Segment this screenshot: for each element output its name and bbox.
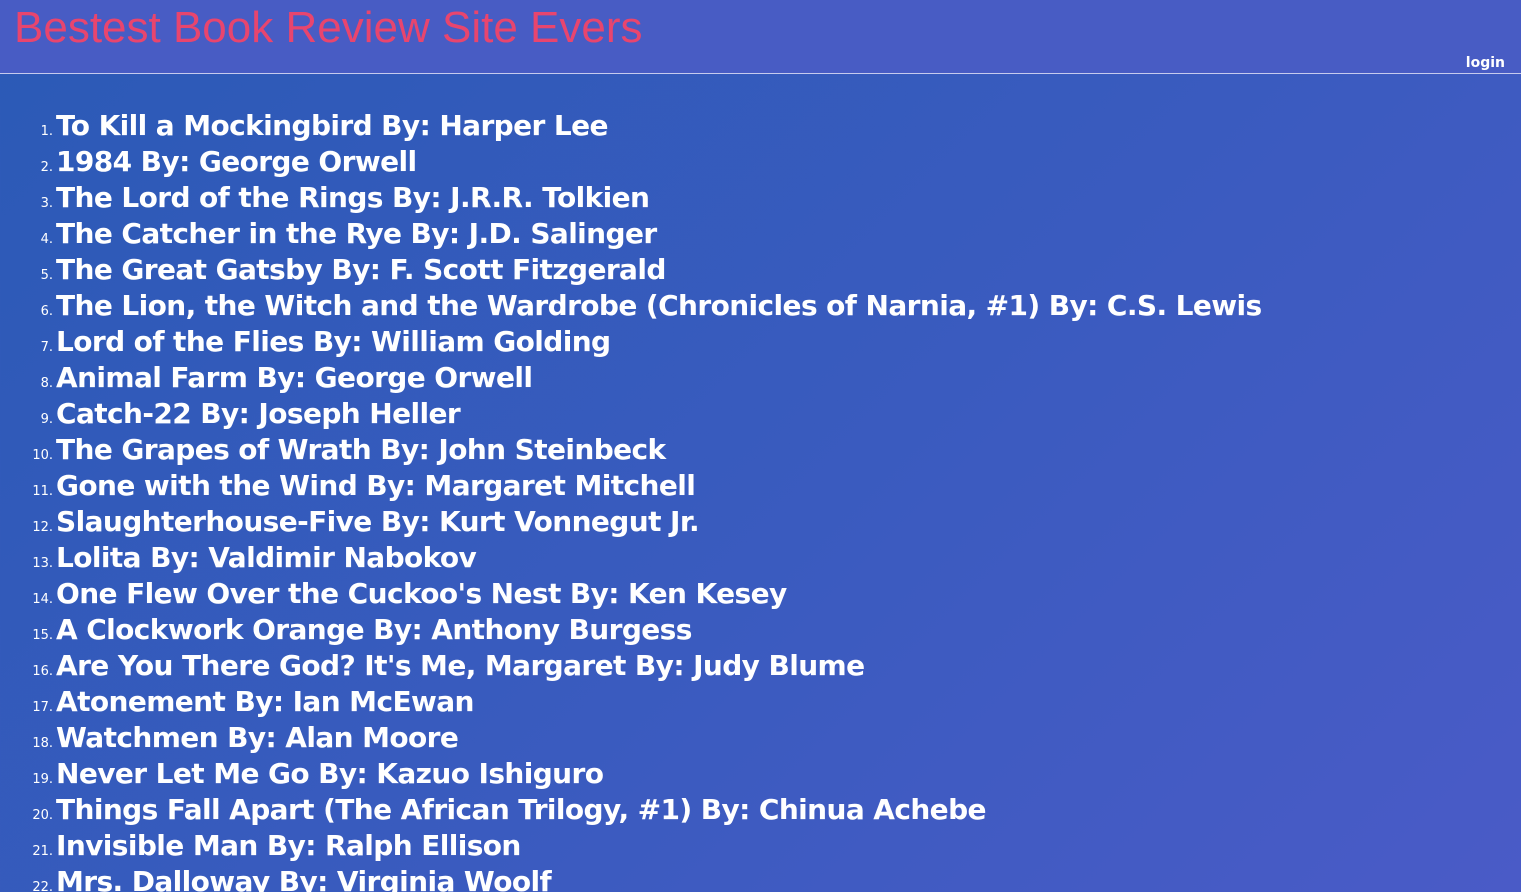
book-link[interactable]: The Lion, the Witch and the Wardrobe (Ch…	[56, 288, 1262, 324]
book-list-item: 13. Lolita By: Valdimir Nabokov	[0, 540, 1500, 576]
book-list-item: 3. The Lord of the Rings By: J.R.R. Tolki…	[0, 180, 1500, 216]
book-list-item: 21. Invisible Man By: Ralph Ellison	[0, 828, 1500, 864]
book-link[interactable]: Atonement By: Ian McEwan	[56, 684, 474, 720]
book-list-item: 15. A Clockwork Orange By: Anthony Burges…	[0, 612, 1500, 648]
book-list-item: 17. Atonement By: Ian McEwan	[0, 684, 1500, 720]
book-link[interactable]: The Lord of the Rings By: J.R.R. Tolkien	[56, 180, 650, 216]
book-link[interactable]: Invisible Man By: Ralph Ellison	[56, 828, 521, 864]
site-header: Bestest Book Review Site Evers login	[0, 0, 1521, 74]
book-list-item: 2. 1984 By: George Orwell	[0, 144, 1500, 180]
book-number: 6.	[40, 304, 53, 319]
book-list-item: 11. Gone with the Wind By: Margaret Mitch…	[0, 468, 1500, 504]
book-number: 20.	[32, 808, 53, 823]
book-link[interactable]: Things Fall Apart (The African Trilogy, …	[56, 792, 987, 828]
book-link[interactable]: 1984 By: George Orwell	[56, 144, 417, 180]
book-link[interactable]: Mrs. Dalloway By: Virginia Woolf	[56, 864, 552, 892]
book-list-item: 5. The Great Gatsby By: F. Scott Fitzgera…	[0, 252, 1500, 288]
book-number: 7.	[40, 340, 53, 355]
book-link[interactable]: One Flew Over the Cuckoo's Nest By: Ken …	[56, 576, 787, 612]
book-number: 13.	[32, 556, 53, 571]
book-list-item: 14. One Flew Over the Cuckoo's Nest By: K…	[0, 576, 1500, 612]
book-number: 3.	[40, 196, 53, 211]
book-link[interactable]: Gone with the Wind By: Margaret Mitchell	[56, 468, 696, 504]
site-title: Bestest Book Review Site Evers	[14, 3, 643, 52]
book-list-item: 8. Animal Farm By: George Orwell	[0, 360, 1500, 396]
book-link[interactable]: Animal Farm By: George Orwell	[56, 360, 533, 396]
book-list-item: 20. Things Fall Apart (The African Trilog…	[0, 792, 1500, 828]
book-link[interactable]: A Clockwork Orange By: Anthony Burgess	[56, 612, 692, 648]
book-number: 2.	[40, 160, 53, 175]
book-number: 9.	[40, 412, 53, 427]
book-list-item: 12. Slaughterhouse-Five By: Kurt Vonnegut…	[0, 504, 1500, 540]
book-number: 4.	[40, 232, 53, 247]
book-list-item: 22. Mrs. Dalloway By: Virginia Woolf	[0, 864, 1500, 892]
book-list-item: 16. Are You There God? It's Me, Margaret …	[0, 648, 1500, 684]
book-number: 1.	[40, 124, 53, 139]
book-link[interactable]: Lolita By: Valdimir Nabokov	[56, 540, 477, 576]
book-link[interactable]: Lord of the Flies By: William Golding	[56, 324, 611, 360]
book-list-item: 7. Lord of the Flies By: William Golding	[0, 324, 1500, 360]
book-number: 16.	[32, 664, 53, 679]
book-link[interactable]: To Kill a Mockingbird By: Harper Lee	[56, 108, 608, 144]
book-list-item: 10. The Grapes of Wrath By: John Steinbec…	[0, 432, 1500, 468]
book-number: 18.	[32, 736, 53, 751]
book-number: 15.	[32, 628, 53, 643]
book-number: 17.	[32, 700, 53, 715]
book-list-item: 4. The Catcher in the Rye By: J.D. Saling…	[0, 216, 1500, 252]
book-link[interactable]: The Great Gatsby By: F. Scott Fitzgerald	[56, 252, 666, 288]
book-number: 12.	[32, 520, 53, 535]
book-link[interactable]: Catch-22 By: Joseph Heller	[56, 396, 461, 432]
book-number: 10.	[32, 448, 53, 463]
book-list-item: 19. Never Let Me Go By: Kazuo Ishiguro	[0, 756, 1500, 792]
book-link[interactable]: Are You There God? It's Me, Margaret By:…	[56, 648, 865, 684]
book-list: 1. To Kill a Mockingbird By: Harper Lee 2…	[0, 108, 1500, 892]
book-link[interactable]: Slaughterhouse-Five By: Kurt Vonnegut Jr…	[56, 504, 700, 540]
book-link[interactable]: Never Let Me Go By: Kazuo Ishiguro	[56, 756, 604, 792]
book-number: 19.	[32, 772, 53, 787]
book-list-item: 9. Catch-22 By: Joseph Heller	[0, 396, 1500, 432]
book-list-item: 1. To Kill a Mockingbird By: Harper Lee	[0, 108, 1500, 144]
book-link[interactable]: Watchmen By: Alan Moore	[56, 720, 459, 756]
book-number: 11.	[32, 484, 53, 499]
book-list-item: 18. Watchmen By: Alan Moore	[0, 720, 1500, 756]
book-link[interactable]: The Grapes of Wrath By: John Steinbeck	[56, 432, 666, 468]
book-number: 14.	[32, 592, 53, 607]
book-number: 22.	[32, 880, 53, 892]
book-number: 21.	[32, 844, 53, 859]
book-number: 8.	[40, 376, 53, 391]
book-link[interactable]: The Catcher in the Rye By: J.D. Salinger	[56, 216, 657, 252]
book-number: 5.	[40, 268, 53, 283]
login-link[interactable]: login	[1466, 54, 1505, 72]
book-list-item: 6. The Lion, the Witch and the Wardrobe (…	[0, 288, 1500, 324]
